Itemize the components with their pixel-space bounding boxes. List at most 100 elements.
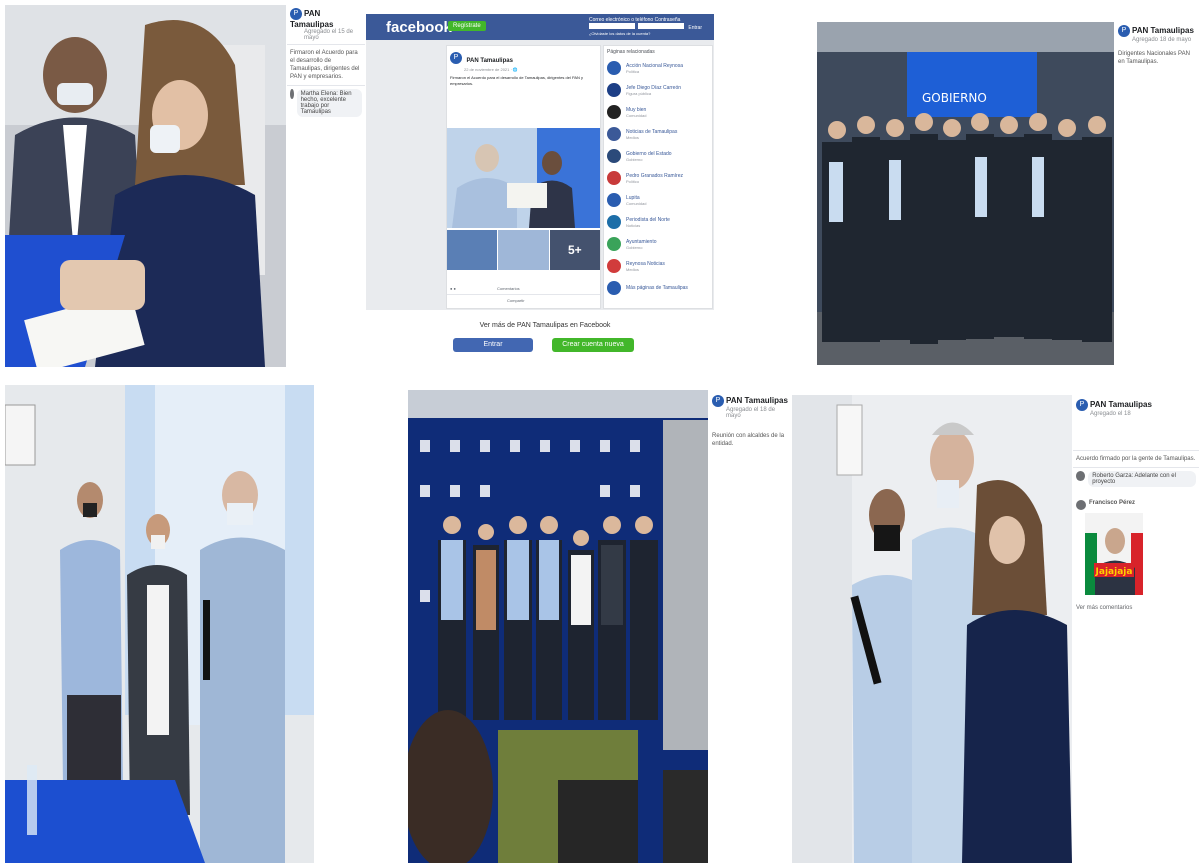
suggestion-item[interactable]: Acción Nacional Reynosa Política (607, 61, 709, 75)
suggestion-name[interactable]: Jefe Diego Díaz Carreón (626, 85, 681, 91)
post-panel-4: P PAN Tamaulipas Agregado el 18 Acuerdo … (1073, 396, 1199, 696)
fb-thumb-1[interactable] (447, 230, 498, 270)
photo-speakers (792, 395, 1072, 863)
login-button[interactable]: Entrar (453, 338, 533, 352)
comment: Roberto Garza: Adelante con el proyecto (1088, 471, 1196, 487)
fb-more-photos[interactable]: 5+ (549, 230, 600, 270)
post-date: Agregado el 18 (1090, 411, 1131, 417)
email-field[interactable] (588, 23, 635, 29)
suggestion-name[interactable]: Ayuntamiento (626, 239, 656, 245)
meme-text: Jajajaja (1095, 567, 1133, 577)
suggestion-item[interactable]: Ayuntamiento Gobierno (607, 237, 709, 251)
post-date: Agregado 18 de mayo (1132, 37, 1192, 43)
page-icon (607, 127, 621, 141)
suggestion-item[interactable]: Jefe Diego Díaz Carreón Figura pública (607, 83, 709, 97)
login-header-button[interactable]: Entrar (688, 25, 702, 31)
fb-post-text: Firmaron el Acuerdo para el desarrollo d… (450, 75, 584, 86)
suggestion-item[interactable]: Gobierno del Estado Gobierno (607, 149, 709, 163)
page-icon (607, 193, 621, 207)
fb-share[interactable]: Compartir (507, 298, 525, 303)
page-icon (607, 149, 621, 163)
suggestion-category: Gobierno (626, 156, 643, 162)
post-panel-2: P PAN Tamaulipas Agregado 18 de mayo Dir… (1115, 22, 1199, 122)
suggestion-item[interactable]: Periodista del Norte Noticias (607, 215, 709, 229)
suggestion-item[interactable]: Más páginas de Tamaulipas (607, 281, 709, 295)
suggestion-name[interactable]: Muy bien (626, 107, 646, 113)
password-field[interactable] (637, 23, 684, 29)
page-icon (607, 171, 621, 185)
suggestion-name[interactable]: Gobierno del Estado (626, 151, 672, 157)
facebook-header: facebook Regístrate Correo electrónico o… (366, 14, 714, 40)
commenter-avatar[interactable] (1076, 500, 1086, 510)
signup-button[interactable]: Regístrate (448, 21, 486, 31)
suggestion-name[interactable]: Reynosa Noticias (626, 261, 665, 267)
post-caption: Firmaron el Acuerdo para el desarrollo d… (290, 50, 360, 80)
post-panel-1: P PAN Tamaulipas Agregado el 15 de mayo … (287, 5, 365, 165)
suggestion-category: Gobierno (626, 244, 643, 250)
suggestion-category: Noticias (626, 222, 641, 228)
page-name[interactable]: PAN Tamaulipas (726, 396, 788, 405)
fb-post-card: P PAN Tamaulipas 22 de noviembre de 2021… (446, 45, 601, 309)
comment: Martha Elena: Bien hecho, excelente trab… (296, 89, 362, 117)
svg-text:GOBIERNO: GOBIERNO (922, 91, 987, 105)
suggestion-name[interactable]: Noticias de Tamaulipas (626, 129, 677, 135)
page-avatar-icon[interactable]: P (1118, 25, 1130, 37)
photo-press-conference (408, 390, 708, 863)
page-avatar-icon[interactable]: P (712, 395, 724, 407)
commenter-avatar[interactable] (290, 89, 294, 99)
fb-thumb-2[interactable] (498, 230, 549, 270)
page-avatar-icon[interactable]: P (290, 8, 302, 20)
post-caption: Acuerdo firmado por la gente de Tamaulip… (1076, 456, 1196, 462)
page-icon (607, 259, 621, 273)
suggestion-category: Medios (626, 134, 639, 140)
post-date: Agregado el 15 de mayo (304, 29, 354, 41)
meme-sticker[interactable]: Jajajaja (1085, 513, 1143, 595)
suggestions-title: Páginas relacionadas (607, 49, 655, 55)
suggestion-category: Político (626, 178, 640, 184)
fb-page-name[interactable]: PAN Tamaulipas (466, 58, 512, 64)
suggestion-item[interactable]: Pedro Granados Ramírez Político (607, 171, 709, 185)
post-caption: Dirigentes Nacionales PAN en Tamaulipas. (1118, 51, 1190, 65)
fb-reactions: ● ● (450, 286, 456, 291)
fb-main-photo[interactable] (447, 128, 600, 228)
page-icon (607, 83, 621, 97)
page-name[interactable]: PAN Tamaulipas (1090, 400, 1152, 409)
page-icon (607, 215, 621, 229)
suggestion-name[interactable]: Periodista del Norte (626, 217, 670, 223)
post-panel-3: P PAN Tamaulipas Agregado el 18 de mayo … (709, 392, 791, 492)
commenter-avatar[interactable] (1076, 471, 1086, 481)
photo-group: GOBIERNO (817, 22, 1114, 365)
suggestion-item[interactable]: Reynosa Noticias Medios (607, 259, 709, 273)
page-name[interactable]: PAN Tamaulipas (1132, 26, 1194, 35)
page-avatar-icon[interactable]: P (450, 51, 462, 64)
facebook-logo[interactable]: facebook (386, 19, 452, 36)
post-date: Agregado el 18 de mayo (726, 407, 776, 419)
suggestion-name[interactable]: Más páginas de Tamaulipas (626, 285, 688, 291)
suggestion-category: Figura pública (626, 90, 652, 96)
page-icon (607, 281, 621, 295)
page-icon (607, 61, 621, 75)
suggestion-item[interactable]: Muy bien Comunidad (607, 105, 709, 119)
login-prompt: Ver más de PAN Tamaulipas en Facebook (479, 322, 611, 329)
create-account-button[interactable]: Crear cuenta nueva (552, 338, 634, 352)
suggestion-name[interactable]: Pedro Granados Ramírez (626, 173, 683, 179)
suggestion-name[interactable]: Acción Nacional Reynosa (626, 63, 683, 69)
fb-comments-count[interactable]: Comentarios (497, 286, 520, 291)
page-icon (607, 105, 621, 119)
suggestion-item[interactable]: Noticias de Tamaulipas Medios (607, 127, 709, 141)
page-icon (607, 237, 621, 251)
page-avatar-icon[interactable]: P (1076, 399, 1088, 411)
more-comments-link[interactable]: Ver más comentarios (1073, 597, 1199, 619)
photo-microphone (5, 385, 314, 863)
login-form: Correo electrónico o teléfono Contraseña… (588, 17, 702, 36)
fb-post-date: 22 de noviembre de 2021 · 🌐 (464, 67, 518, 72)
fb-suggestions: Páginas relacionadas Acción Nacional Rey… (603, 45, 713, 309)
suggestion-category: Comunidad (626, 112, 647, 118)
post-caption: Reunión con alcaldes de la entidad. (712, 433, 785, 447)
suggestion-category: Comunidad (626, 200, 647, 206)
forgot-link[interactable]: ¿Olvidaste los datos de la cuenta? (589, 31, 702, 36)
commenter-name[interactable]: Francisco Pérez (1089, 500, 1135, 506)
suggestion-item[interactable]: Lupita Comunidad (607, 193, 709, 207)
suggestion-category: Medios (626, 266, 639, 272)
photo-signing (5, 5, 286, 367)
